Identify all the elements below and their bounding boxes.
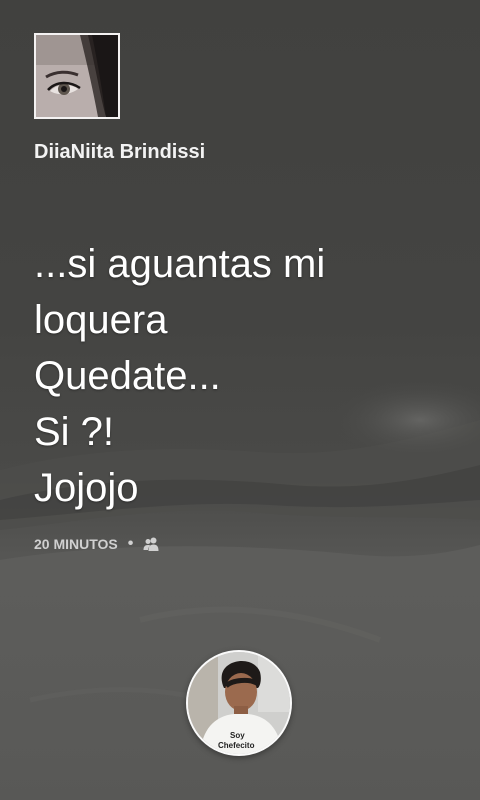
status-line: Quedate... — [34, 354, 221, 398]
author-avatar[interactable] — [34, 33, 120, 119]
viewer-avatar[interactable]: Soy Chefecito — [186, 650, 292, 756]
friends-icon[interactable] — [143, 537, 159, 551]
status-line: Si ?! — [34, 410, 115, 454]
viewer-profile-photo-icon: Soy Chefecito — [188, 652, 290, 754]
shirt-text: Soy — [230, 731, 245, 740]
status-text: ...si aguantas mi loquera Quedate... Si … — [34, 236, 464, 516]
status-line: Jojojo — [34, 466, 139, 510]
timestamp[interactable]: 20 MINUTOS — [34, 536, 118, 552]
status-line: ...si aguantas mi — [34, 242, 326, 286]
profile-photo-icon — [36, 35, 118, 117]
meta-separator: • — [127, 535, 134, 552]
shirt-text: Chefecito — [218, 741, 255, 750]
author-name[interactable]: DiiaNiita Brindissi — [34, 140, 205, 164]
post-meta: 20 MINUTOS • — [34, 535, 159, 553]
status-line: loquera — [34, 298, 168, 342]
